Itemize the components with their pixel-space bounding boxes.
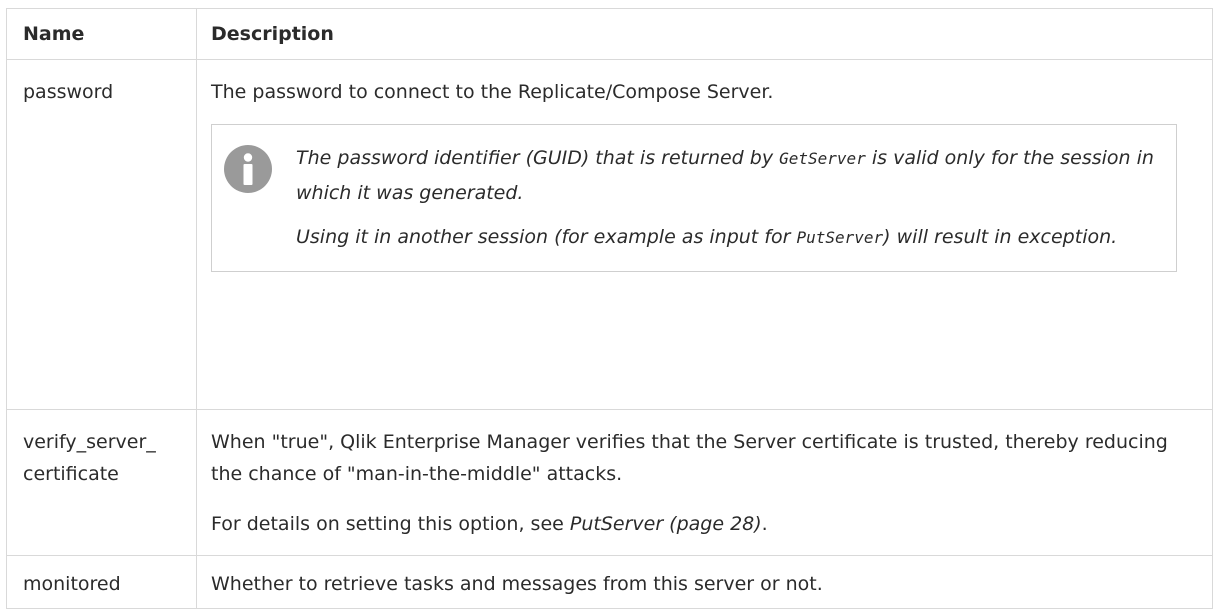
code-putserver: PutServer <box>796 228 884 247</box>
note-body: The password identifier (GUID) that is r… <box>296 141 1154 255</box>
details-text: For details on setting this option, see … <box>211 508 1198 540</box>
table-row: password The password to connect to the … <box>6 59 1213 410</box>
param-name-monitored: monitored <box>6 555 197 609</box>
note-text: ) will result in exception. <box>883 226 1118 248</box>
column-header-description: Description <box>196 8 1213 60</box>
param-description-password: The password to connect to the Replicate… <box>196 59 1213 410</box>
putserver-link[interactable]: PutServer (page 28) <box>570 513 762 535</box>
note-box: The password identifier (GUID) that is r… <box>211 124 1177 272</box>
param-name-line: verify_server_ <box>23 431 156 453</box>
param-description-monitored: Whether to retrieve tasks and messages f… <box>196 555 1213 609</box>
param-name-password: password <box>6 59 197 410</box>
description-text: The password to connect to the Replicate… <box>211 81 774 103</box>
note-paragraph: The password identifier (GUID) that is r… <box>296 141 1154 210</box>
table-row: monitored Whether to retrieve tasks and … <box>6 555 1213 609</box>
table-header-row: Name Description <box>6 8 1213 60</box>
column-header-name: Name <box>6 8 197 60</box>
parameters-table: Name Description password The password t… <box>6 8 1213 609</box>
param-name-verify-server-certificate: verify_server_ certificate <box>6 409 197 556</box>
param-description-verify-server-certificate: When "true", Qlik Enterprise Manager ver… <box>196 409 1213 556</box>
code-getserver: GetServer <box>779 149 866 168</box>
description-text: When "true", Qlik Enterprise Manager ver… <box>211 431 1168 485</box>
table-row: verify_server_ certificate When "true", … <box>6 409 1213 556</box>
param-name-line: certificate <box>23 463 119 485</box>
details-prefix: For details on setting this option, see <box>211 513 570 535</box>
note-paragraph: Using it in another session (for example… <box>296 220 1154 255</box>
note-text: The password identifier (GUID) that is r… <box>296 147 780 169</box>
details-suffix: . <box>761 513 768 535</box>
note-text: Using it in another session (for example… <box>296 226 797 248</box>
info-icon <box>224 145 272 193</box>
